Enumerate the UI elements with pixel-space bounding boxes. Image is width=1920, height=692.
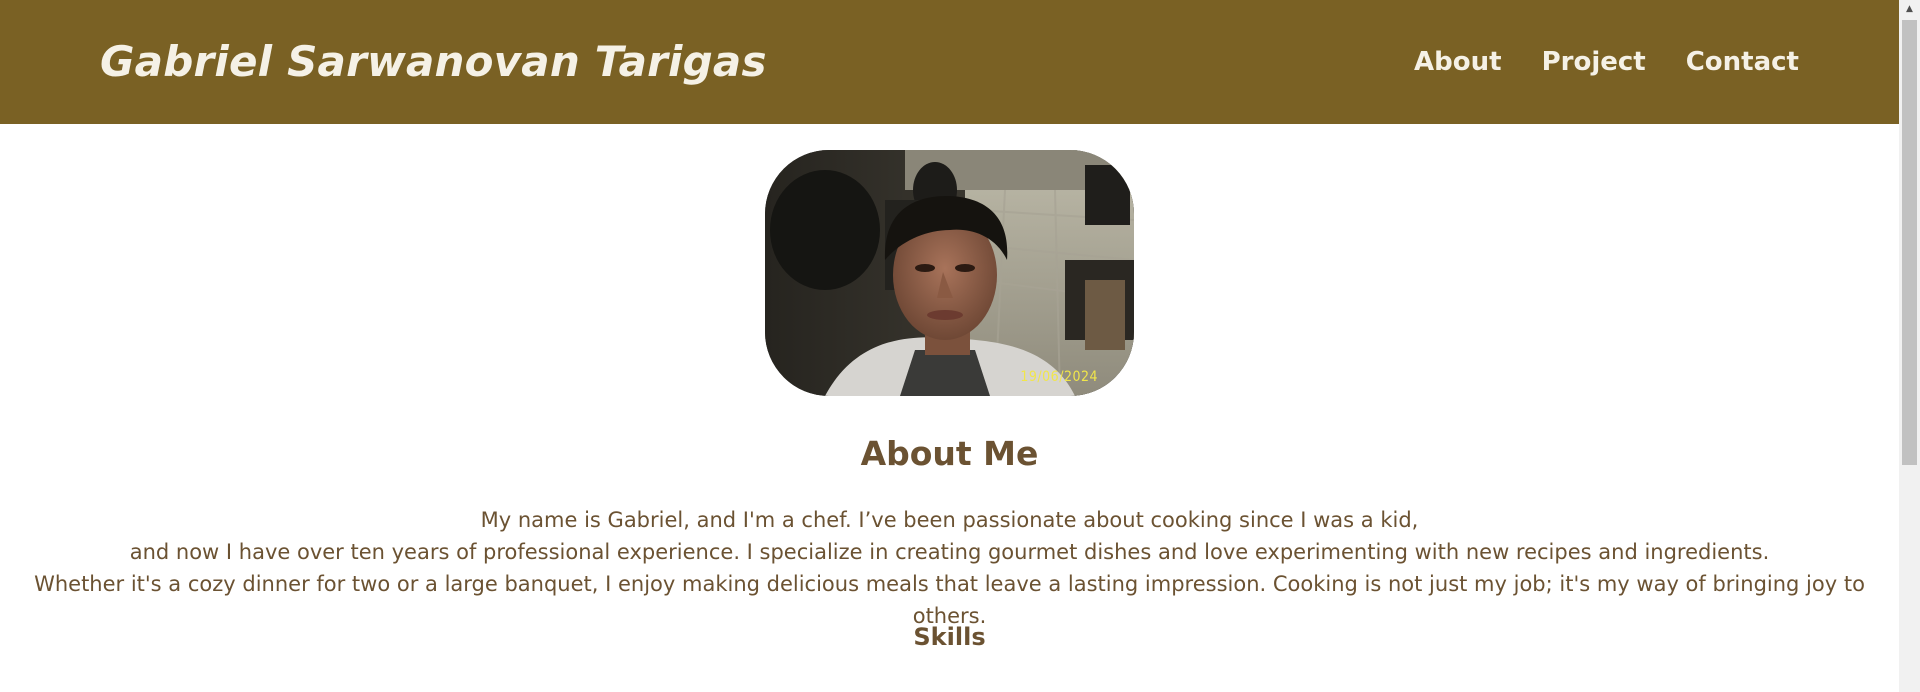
photo-date-stamp: 19/06/2024 <box>1020 369 1098 385</box>
site-header: Gabriel Sarwanovan Tarigas About Project… <box>0 0 1899 124</box>
vertical-scrollbar[interactable]: ▲ <box>1899 0 1920 692</box>
main-nav: About Project Contact <box>1414 47 1799 77</box>
skills-heading: Skills <box>913 623 986 651</box>
scrollbar-thumb[interactable] <box>1902 20 1917 465</box>
about-heading: About Me <box>860 434 1039 473</box>
profile-photo-image <box>765 150 1134 396</box>
nav-link-about[interactable]: About <box>1414 47 1502 77</box>
about-description: My name is Gabriel, and I'm a chef. I’ve… <box>0 504 1899 632</box>
nav-link-project[interactable]: Project <box>1542 47 1646 77</box>
profile-photo: 19/06/2024 <box>765 150 1134 396</box>
page: Gabriel Sarwanovan Tarigas About Project… <box>0 0 1920 692</box>
scroll-up-icon[interactable]: ▲ <box>1899 0 1920 17</box>
site-title[interactable]: Gabriel Sarwanovan Tarigas <box>100 37 767 86</box>
main-content: 19/06/2024 About Me My name is Gabriel, … <box>0 124 1899 692</box>
nav-link-contact[interactable]: Contact <box>1686 47 1799 77</box>
about-line-1: My name is Gabriel, and I'm a chef. I’ve… <box>480 508 1419 532</box>
about-line-2: and now I have over ten years of profess… <box>129 540 1770 564</box>
